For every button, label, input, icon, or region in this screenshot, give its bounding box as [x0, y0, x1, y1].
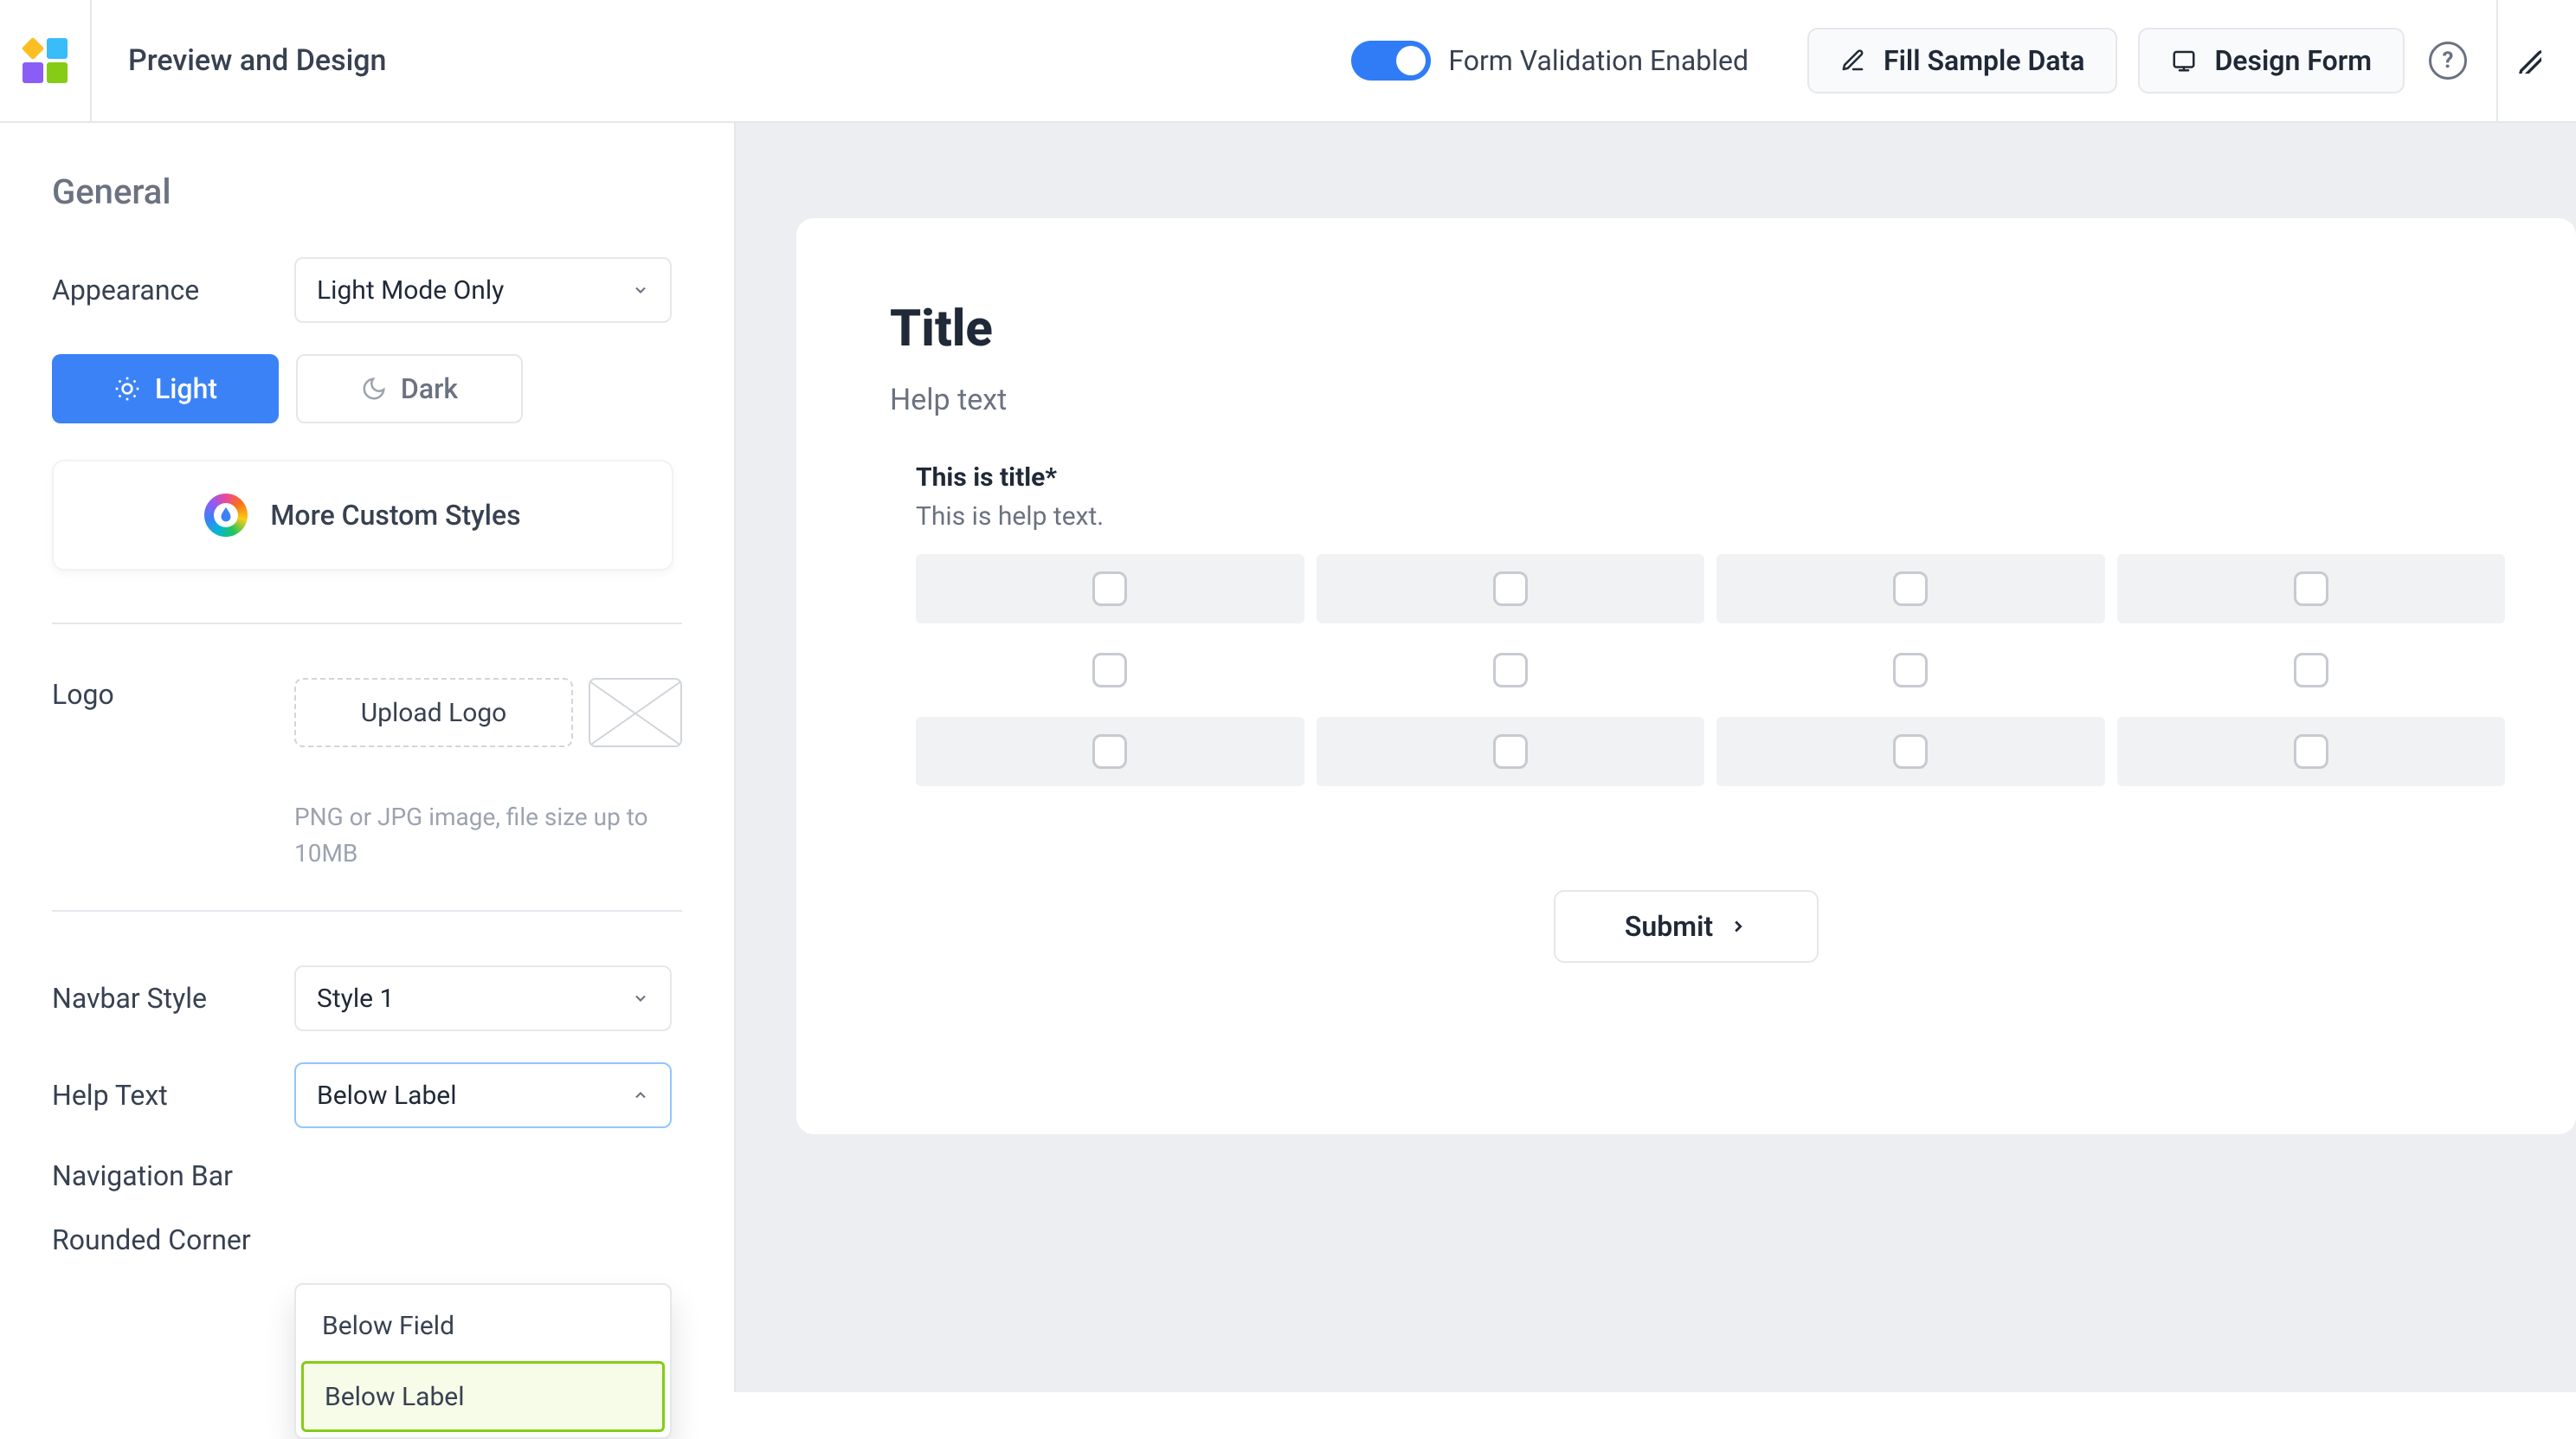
checkbox[interactable] [1893, 653, 1928, 687]
submit-label: Submit [1625, 910, 1713, 943]
upload-logo-button[interactable]: Upload Logo [294, 678, 573, 747]
checkbox-cell [2117, 554, 2506, 623]
help-icon[interactable]: ? [2429, 42, 2467, 80]
checkbox-cell [1317, 636, 1705, 705]
field-title: This is title* [916, 462, 2483, 493]
design-icon [2171, 48, 2197, 74]
checkbox-cell [1716, 636, 2105, 705]
header: Preview and Design Form Validation Enabl… [0, 0, 2576, 123]
logo-hint: PNG or JPG image, file size up to 10MB [294, 799, 672, 872]
help-text-option-below-field[interactable]: Below Field [301, 1290, 665, 1361]
checkbox[interactable] [1493, 653, 1528, 687]
navigation-bar-label: Navigation Bar [52, 1159, 294, 1192]
logo-label: Logo [52, 678, 294, 711]
checkbox[interactable] [2294, 571, 2328, 606]
checkbox[interactable] [1092, 734, 1127, 769]
navbar-style-value: Style 1 [317, 984, 394, 1014]
checkbox-cell [2117, 636, 2506, 705]
divider [52, 623, 682, 624]
preview-area: Title Help text This is title* This is h… [736, 123, 2576, 1392]
theme-light-button[interactable]: Light [52, 354, 279, 423]
checkbox[interactable] [1893, 571, 1928, 606]
more-custom-styles-label: More Custom Styles [270, 499, 520, 532]
checkbox[interactable] [2294, 653, 2328, 687]
design-form-button[interactable]: Design Form [2138, 28, 2405, 94]
app-logo-icon [23, 38, 68, 83]
checkbox-cell [916, 554, 1304, 623]
checkbox-cell [916, 717, 1304, 786]
checkbox-cell [916, 636, 1304, 705]
checkbox[interactable] [1893, 734, 1928, 769]
rounded-corner-label: Rounded Corner [52, 1223, 294, 1256]
checkbox-cell [1716, 554, 2105, 623]
fill-sample-data-button[interactable]: Fill Sample Data [1807, 28, 2117, 94]
checkbox[interactable] [1493, 734, 1528, 769]
checkbox-cell [1317, 717, 1705, 786]
chevron-down-icon [632, 990, 649, 1007]
form-title: Title [890, 300, 2483, 358]
app-logo-cell [0, 0, 92, 121]
chevron-down-icon [632, 281, 649, 299]
chevron-up-icon [632, 1087, 649, 1104]
form-validation-toggle-wrap: Form Validation Enabled [1351, 41, 1748, 81]
fill-sample-data-label: Fill Sample Data [1884, 44, 2084, 77]
form-card: Title Help text This is title* This is h… [796, 218, 2576, 1134]
pencil-underline-icon [1840, 48, 1866, 74]
checkbox[interactable] [2294, 734, 2328, 769]
checkbox-cell [2117, 717, 2506, 786]
form-validation-toggle[interactable] [1351, 41, 1431, 81]
theme-dark-button[interactable]: Dark [296, 354, 523, 423]
checkbox[interactable] [1092, 653, 1127, 687]
navbar-style-select[interactable]: Style 1 [294, 965, 672, 1031]
moon-icon [361, 376, 387, 402]
checkbox[interactable] [1493, 571, 1528, 606]
checkbox-cell [1317, 554, 1705, 623]
appearance-select[interactable]: Light Mode Only [294, 257, 672, 323]
edit-icon[interactable] [2515, 48, 2541, 74]
form-validation-label: Form Validation Enabled [1448, 44, 1748, 77]
more-custom-styles-button[interactable]: More Custom Styles [52, 460, 673, 571]
help-text-value: Below Label [317, 1081, 457, 1111]
navbar-style-label: Navbar Style [52, 982, 294, 1015]
checkbox-cell [1716, 717, 2105, 786]
option-label: Below Field [322, 1311, 454, 1341]
divider [52, 910, 682, 912]
logo-preview-placeholder [589, 678, 682, 747]
design-form-label: Design Form [2214, 44, 2372, 77]
theme-dark-label: Dark [401, 372, 458, 405]
upload-logo-label: Upload Logo [361, 698, 507, 728]
page-title: Preview and Design [128, 43, 386, 78]
checkbox-grid [916, 554, 2505, 786]
theme-light-label: Light [155, 372, 217, 405]
sidebar: General Appearance Light Mode Only Light [0, 123, 736, 1392]
field-help: This is help text. [916, 501, 2483, 532]
header-divider [2496, 0, 2498, 121]
submit-button[interactable]: Submit [1554, 890, 1819, 963]
help-text-option-below-label[interactable]: Below Label [301, 1361, 665, 1432]
help-text-select[interactable]: Below Label [294, 1062, 672, 1128]
help-text-label: Help Text [52, 1079, 294, 1112]
appearance-label: Appearance [52, 274, 294, 307]
option-label: Below Label [325, 1382, 465, 1412]
sun-icon [113, 375, 141, 403]
form-help: Help text [890, 383, 2483, 417]
chevron-right-icon [1729, 917, 1748, 936]
section-title-general: General [52, 171, 682, 212]
appearance-value: Light Mode Only [317, 275, 504, 306]
help-text-dropdown: Below Field Below Label [294, 1283, 672, 1439]
checkbox[interactable] [1092, 571, 1127, 606]
